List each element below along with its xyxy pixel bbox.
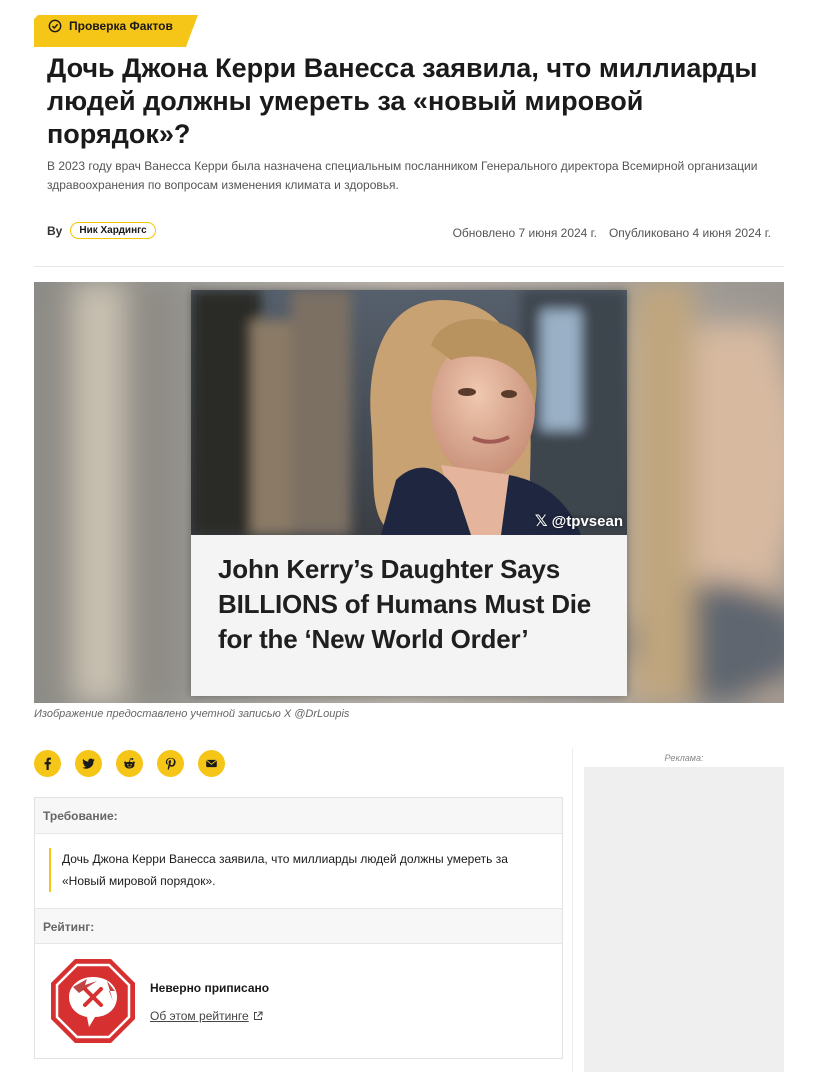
by-label: By [47,223,63,238]
reddit-icon [124,758,135,769]
column-divider [572,748,573,1072]
x-logo-icon: 𝕏 [534,513,548,530]
pinterest-icon [165,757,176,770]
share-bar [34,750,225,777]
about-rating-link[interactable]: Об этом рейтинге [150,1009,263,1023]
about-rating-label: Об этом рейтинге [150,1009,249,1023]
handle-text: @tpvsean [551,512,623,530]
misattributed-stop-icon [51,959,135,1043]
image-caption: Изображение предоставлено учетной запись… [34,708,350,720]
claim-text: Дочь Джона Керри Ванесса заявила, что ми… [49,848,549,892]
portrait-illustration [191,290,627,535]
article-title: Дочь Джона Керри Ванесса заявила, что ми… [47,53,758,149]
check-circle-icon [48,19,62,32]
claim-rating-box: Требование: Дочь Джона Керри Ванесса зая… [34,797,563,1059]
embedded-post-card: 𝕏 @tpvsean John Kerry’s Daughter Says BI… [191,290,627,696]
hero-image: 𝕏 @tpvsean John Kerry’s Daughter Says BI… [34,282,784,703]
rating-value: Неверно приписано [150,981,270,995]
updated-date: Обновлено 7 июня 2024 г. [452,226,597,240]
article-dates: Обновлено 7 июня 2024 г. Опубликовано 4 … [453,226,771,240]
divider [34,266,784,267]
byline: By Ник Хардингс [47,222,156,239]
twitter-icon [82,758,95,769]
post-handle: 𝕏 @tpvsean [535,511,623,531]
share-email-button[interactable] [198,750,225,777]
facebook-icon [44,757,51,770]
email-icon [206,759,217,768]
published-date: Опубликовано 4 июня 2024 г. [608,226,771,240]
ad-label: Реклама: [664,753,704,763]
rating-heading: Рейтинг: [35,908,562,944]
external-link-icon [253,1011,263,1020]
claim-heading: Требование: [35,798,562,834]
share-facebook-button[interactable] [34,750,61,777]
ad-slot[interactable] [584,767,784,1072]
article-subtitle: В 2023 году врач Ванесса Керри была назн… [47,159,758,192]
portrait-photo: 𝕏 @tpvsean [191,290,627,535]
badge-label: Проверка Фактов [69,18,173,33]
post-headline: John Kerry’s Daughter Says BILLIONS of H… [218,554,592,654]
share-twitter-button[interactable] [75,750,102,777]
fact-check-badge[interactable]: Проверка Фактов [34,15,198,47]
author-link[interactable]: Ник Хардингс [70,222,156,239]
share-reddit-button[interactable] [116,750,143,777]
share-pinterest-button[interactable] [157,750,184,777]
